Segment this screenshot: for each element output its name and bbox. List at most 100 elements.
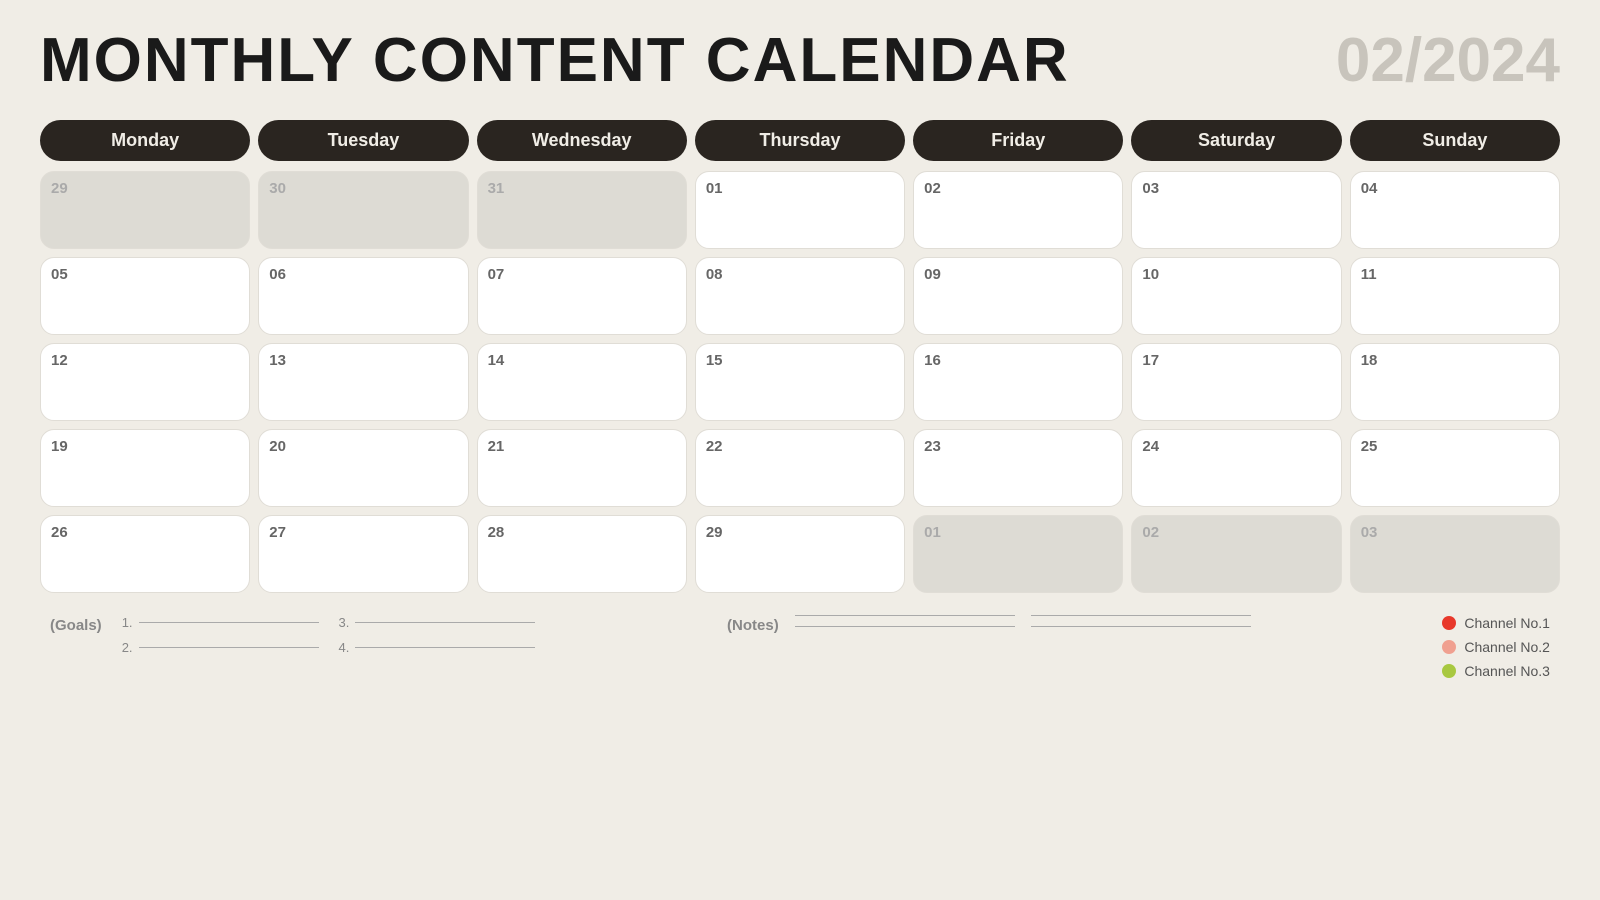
day-number: 09 <box>924 266 941 283</box>
day-number: 16 <box>924 352 941 369</box>
calendar-cell-w2d5[interactable]: 17 <box>1131 343 1341 421</box>
calendar-cell-w0d3[interactable]: 01 <box>695 171 905 249</box>
calendar-cell-w1d4[interactable]: 09 <box>913 257 1123 335</box>
notes-section: (Notes) <box>727 615 1251 634</box>
calendar-cell-w2d6[interactable]: 18 <box>1350 343 1560 421</box>
day-number: 01 <box>706 180 723 197</box>
day-number: 01 <box>924 524 941 541</box>
page-title: MONTHLY CONTENT CALENDAR <box>40 30 1070 92</box>
calendar-cell-w3d2[interactable]: 21 <box>477 429 687 507</box>
day-number: 26 <box>51 524 68 541</box>
calendar-cell-w4d1[interactable]: 27 <box>258 515 468 593</box>
notes-label: (Notes) <box>727 615 779 634</box>
goal-line-3: 3. <box>339 615 536 630</box>
calendar-cell-w1d6[interactable]: 11 <box>1350 257 1560 335</box>
calendar-cell-w3d0[interactable]: 19 <box>40 429 250 507</box>
day-number: 11 <box>1361 266 1377 283</box>
calendar-cell-w1d3[interactable]: 08 <box>695 257 905 335</box>
day-header-thursday: Thursday <box>695 120 905 161</box>
goal-line-4: 4. <box>339 640 536 655</box>
calendar-cell-w2d2[interactable]: 14 <box>477 343 687 421</box>
day-number: 13 <box>269 352 286 369</box>
calendar-cell-w4d2[interactable]: 28 <box>477 515 687 593</box>
day-header-tuesday: Tuesday <box>258 120 468 161</box>
calendar-cell-w3d5[interactable]: 24 <box>1131 429 1341 507</box>
day-number: 12 <box>51 352 68 369</box>
day-header-sunday: Sunday <box>1350 120 1560 161</box>
calendar-cell-w1d5[interactable]: 10 <box>1131 257 1341 335</box>
day-number: 17 <box>1142 352 1159 369</box>
day-number: 28 <box>488 524 505 541</box>
goals-lines: 1. 2. <box>122 615 319 655</box>
day-number: 29 <box>51 180 68 197</box>
day-number: 27 <box>269 524 286 541</box>
calendar-cell-w0d2[interactable]: 31 <box>477 171 687 249</box>
calendar-cell-w3d1[interactable]: 20 <box>258 429 468 507</box>
day-header-saturday: Saturday <box>1131 120 1341 161</box>
goals-label: (Goals) <box>50 615 102 634</box>
day-number: 06 <box>269 266 286 283</box>
goal-num-2: 2. <box>122 640 133 655</box>
channel-label-3: Channel No.3 <box>1464 663 1550 679</box>
footer: (Goals) 1. 2. 3. 4. (Notes) <box>40 615 1560 679</box>
day-number: 24 <box>1142 438 1159 455</box>
calendar-cell-w3d4[interactable]: 23 <box>913 429 1123 507</box>
channel-dot-2 <box>1442 640 1456 654</box>
day-header-monday: Monday <box>40 120 250 161</box>
calendar-cell-w3d6[interactable]: 25 <box>1350 429 1560 507</box>
calendar-cell-w0d4[interactable]: 02 <box>913 171 1123 249</box>
day-number: 02 <box>924 180 941 197</box>
channel-label-2: Channel No.2 <box>1464 639 1550 655</box>
calendar-cell-w1d0[interactable]: 05 <box>40 257 250 335</box>
calendar-cell-w2d0[interactable]: 12 <box>40 343 250 421</box>
calendar-cell-w4d6[interactable]: 03 <box>1350 515 1560 593</box>
calendar-cell-w3d3[interactable]: 22 <box>695 429 905 507</box>
calendar-cell-w2d1[interactable]: 13 <box>258 343 468 421</box>
calendar-cell-w4d3[interactable]: 29 <box>695 515 905 593</box>
calendar-cell-w0d1[interactable]: 30 <box>258 171 468 249</box>
day-number: 31 <box>488 180 505 197</box>
day-number: 30 <box>269 180 286 197</box>
channel-label-1: Channel No.1 <box>1464 615 1550 631</box>
header: MONTHLY CONTENT CALENDAR 02/2024 <box>40 30 1560 92</box>
day-number: 04 <box>1361 180 1378 197</box>
calendar-cell-w4d4[interactable]: 01 <box>913 515 1123 593</box>
calendar-cell-w1d1[interactable]: 06 <box>258 257 468 335</box>
day-number: 25 <box>1361 438 1378 455</box>
calendar-cell-w2d4[interactable]: 16 <box>913 343 1123 421</box>
calendar-cell-w0d6[interactable]: 04 <box>1350 171 1560 249</box>
goals-section: (Goals) 1. 2. 3. 4. <box>50 615 535 655</box>
day-header-friday: Friday <box>913 120 1123 161</box>
calendar-cell-w1d2[interactable]: 07 <box>477 257 687 335</box>
day-number: 14 <box>488 352 505 369</box>
goal-num-1: 1. <box>122 615 133 630</box>
channel-dot-1 <box>1442 616 1456 630</box>
calendar: MondayTuesdayWednesdayThursdayFridaySatu… <box>40 120 1560 593</box>
day-header-wednesday: Wednesday <box>477 120 687 161</box>
goal-num-4: 4. <box>339 640 350 655</box>
day-number: 21 <box>488 438 505 455</box>
day-number: 18 <box>1361 352 1378 369</box>
calendar-cell-w0d0[interactable]: 29 <box>40 171 250 249</box>
calendar-cell-w4d0[interactable]: 26 <box>40 515 250 593</box>
channels-legend: Channel No.1 Channel No.2 Channel No.3 <box>1442 615 1550 679</box>
day-number: 08 <box>706 266 723 283</box>
calendar-cell-w4d5[interactable]: 02 <box>1131 515 1341 593</box>
calendar-cell-w2d3[interactable]: 15 <box>695 343 905 421</box>
day-number: 22 <box>706 438 723 455</box>
channel-item-3: Channel No.3 <box>1442 663 1550 679</box>
channel-dot-3 <box>1442 664 1456 678</box>
day-number: 23 <box>924 438 941 455</box>
month-year: 02/2024 <box>1336 30 1560 92</box>
notes-lines-2 <box>1031 615 1251 627</box>
day-number: 03 <box>1361 524 1378 541</box>
calendar-cell-w0d5[interactable]: 03 <box>1131 171 1341 249</box>
day-number: 07 <box>488 266 505 283</box>
day-number: 19 <box>51 438 68 455</box>
goal-line-2: 2. <box>122 640 319 655</box>
day-number: 05 <box>51 266 68 283</box>
day-number: 03 <box>1142 180 1159 197</box>
notes-lines-1 <box>795 615 1015 627</box>
day-number: 20 <box>269 438 286 455</box>
goal-line-1: 1. <box>122 615 319 630</box>
